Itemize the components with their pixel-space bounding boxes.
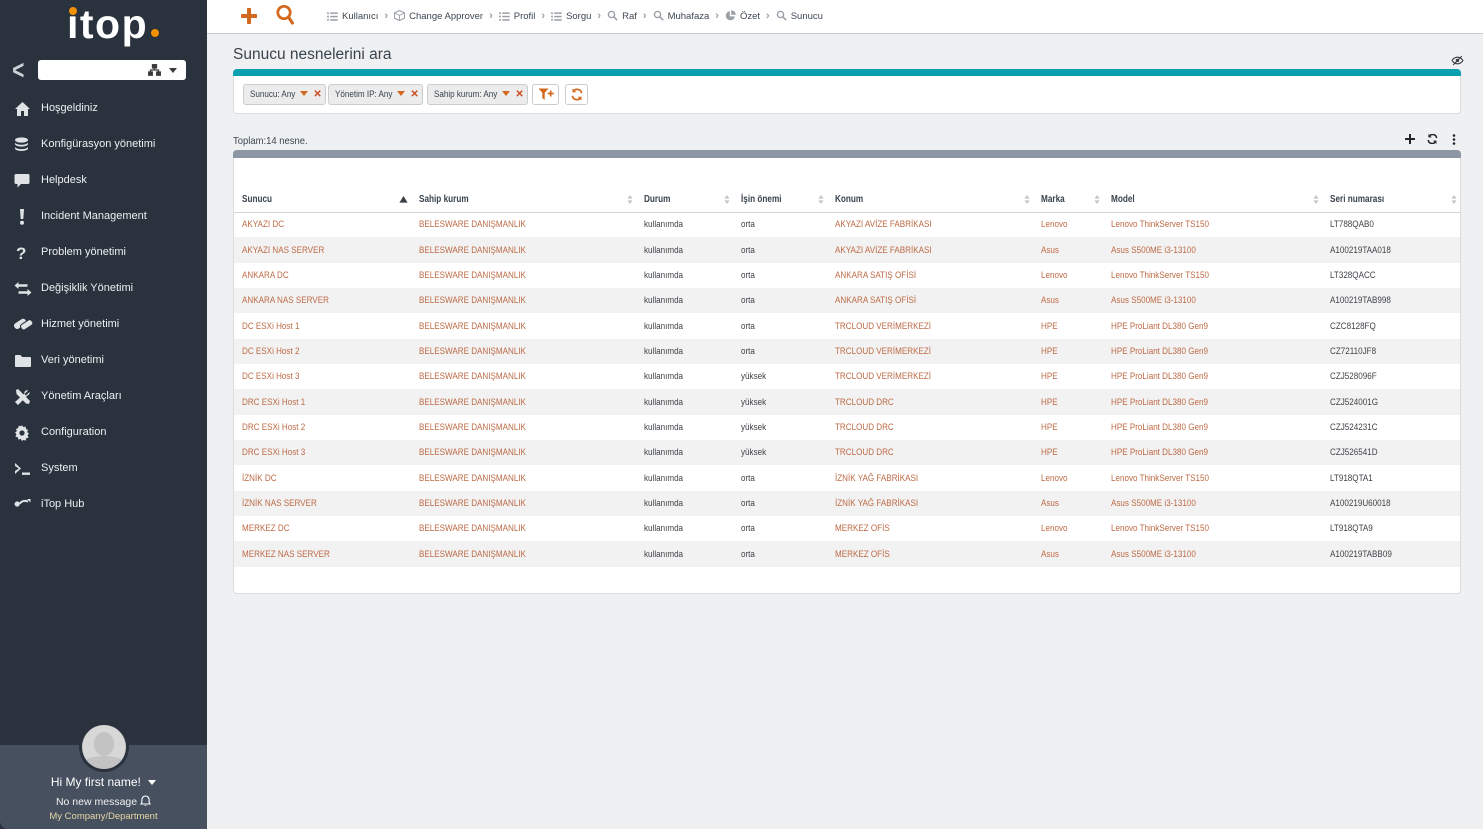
svg-text:?: ? — [16, 245, 26, 261]
